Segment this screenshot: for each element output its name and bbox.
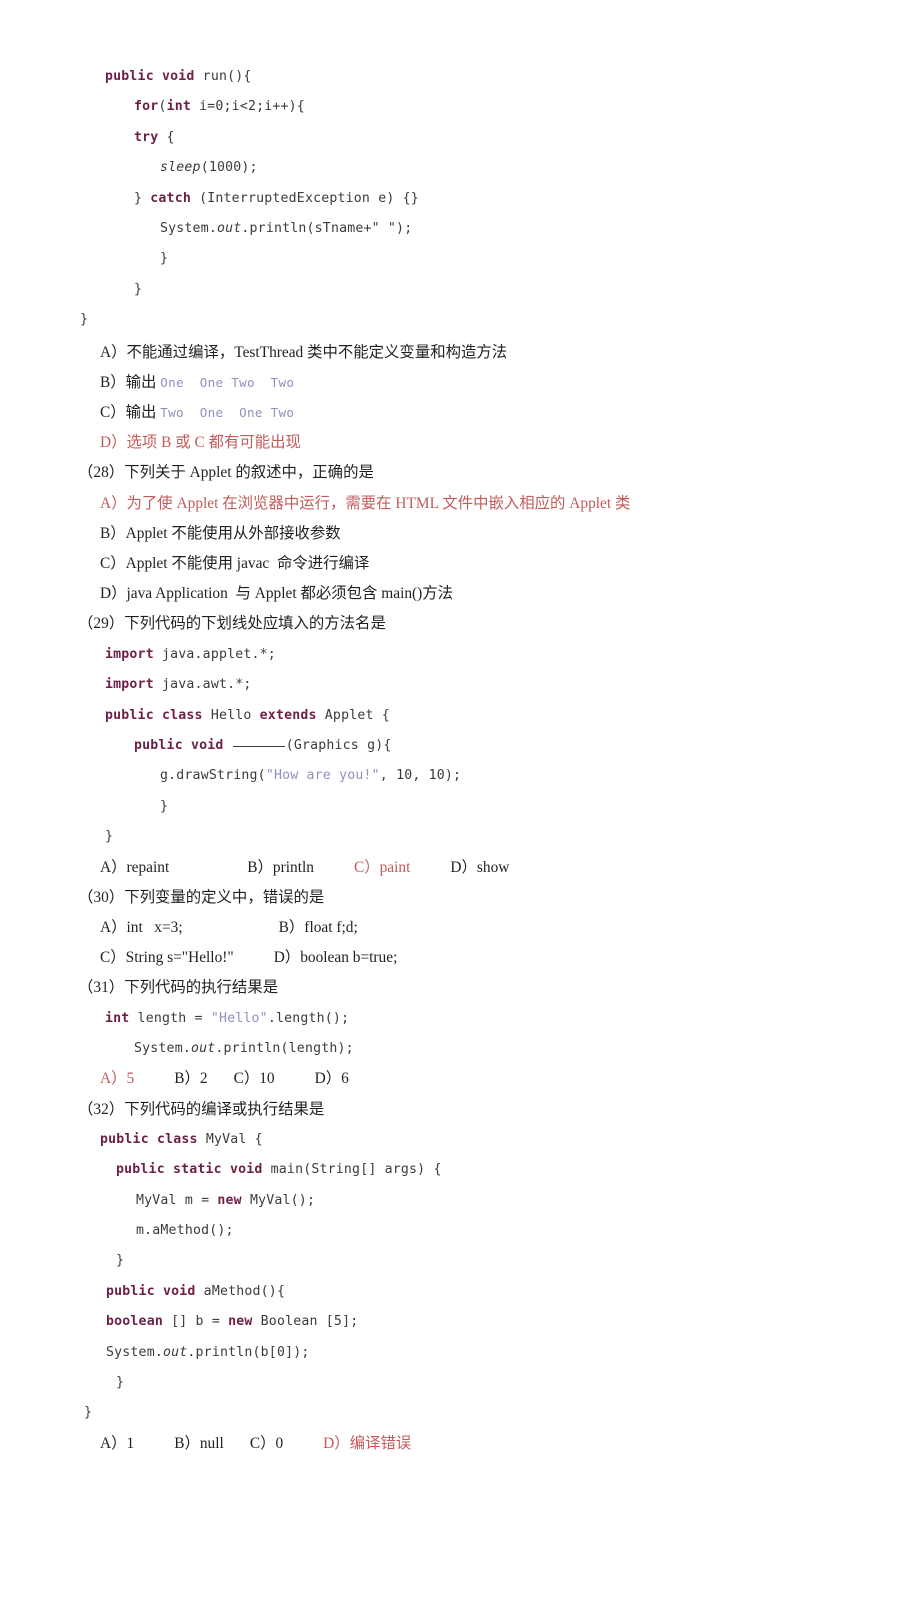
code-line: sleep(1000); bbox=[160, 160, 258, 176]
code-block-question-31: int length = "Hello".length(); System.ou… bbox=[78, 1004, 848, 1065]
question-28-number: （28） bbox=[78, 464, 125, 482]
code-line: import java.awt.*; bbox=[105, 677, 252, 693]
code-line: public static void main(String[] args) { bbox=[116, 1162, 442, 1178]
question-29-number: （29） bbox=[78, 615, 125, 633]
question-30-number: （30） bbox=[78, 888, 125, 906]
option-c-prefix: C）输出 bbox=[100, 404, 161, 422]
question-31-stem-text: 下列代码的执行结果是 bbox=[124, 979, 279, 997]
answer-c: C）paint bbox=[353, 858, 411, 876]
option-label: C）Applet 不能使用 javac 命令进行编译 bbox=[100, 555, 370, 573]
answer-blank bbox=[232, 745, 285, 747]
question-32: （32）下列代码的编译或执行结果是 public class MyVal { p… bbox=[78, 1095, 848, 1459]
code-line: } bbox=[105, 829, 114, 845]
code-line: } catch (InterruptedException e) {} bbox=[134, 190, 419, 206]
code-line: System.out.println(length); bbox=[134, 1040, 354, 1056]
option-d: D）选项 B 或 C 都有可能出现 bbox=[78, 428, 848, 458]
code-line: } bbox=[80, 312, 89, 328]
question-28: （28）下列关于 Applet 的叙述中，正确的是 A）为了使 Applet 在… bbox=[78, 458, 848, 609]
option-b: B）输出 One One Two Two bbox=[78, 368, 848, 398]
code-line: public void (Graphics g){ bbox=[134, 737, 392, 753]
question-28-stem: （28）下列关于 Applet 的叙述中，正确的是 bbox=[78, 458, 848, 488]
document-page: public void run(){ for(int i=0;i<2;i++){… bbox=[0, 0, 920, 1617]
option-d-label: D）选项 B 或 C 都有可能出现 bbox=[100, 434, 301, 452]
code-line: System.out.println(sTname+" "); bbox=[160, 221, 413, 237]
option-c: C）String s="Hello!" bbox=[100, 949, 234, 967]
question-30-row-1: A）int x=3; B）float f;d; bbox=[78, 913, 848, 943]
code-line: public void aMethod(){ bbox=[106, 1283, 286, 1299]
code-line: for(int i=0;i<2;i++){ bbox=[134, 99, 305, 115]
code-line: } bbox=[84, 1405, 93, 1421]
code-line: } bbox=[116, 1253, 125, 1269]
question-30-stem-text: 下列变量的定义中，错误的是 bbox=[124, 888, 325, 906]
option-a-label: A）不能通过编译，TestThread 类中不能定义变量和构造方法 bbox=[100, 343, 508, 361]
question-32-stem-text: 下列代码的编译或执行结果是 bbox=[124, 1100, 325, 1118]
question-31-stem: （31）下列代码的执行结果是 bbox=[78, 973, 848, 1003]
answer-c: C）10 bbox=[233, 1070, 275, 1088]
code-line: System.out.println(b[0]); bbox=[106, 1344, 310, 1360]
code-line: public class MyVal { bbox=[100, 1131, 263, 1147]
option-c-code: Two One One Two bbox=[160, 405, 295, 421]
answer-d: D）6 bbox=[314, 1070, 349, 1088]
page-content: public void run(){ for(int i=0;i<2;i++){… bbox=[78, 62, 848, 1459]
code-line: import java.applet.*; bbox=[105, 646, 276, 662]
answer-a: A）5 bbox=[100, 1070, 135, 1088]
option-a: A）int x=3; bbox=[100, 918, 183, 936]
answer-b: B）println bbox=[247, 858, 314, 876]
question-31-number: （31） bbox=[78, 979, 125, 997]
question-32-answers: A）1 B）null C）0 D）编译错误 bbox=[78, 1429, 848, 1459]
code-block-question-29: import java.applet.*; import java.awt.*;… bbox=[78, 640, 848, 853]
code-line: g.drawString("How are you!", 10, 10); bbox=[160, 768, 462, 784]
code-line: public void run(){ bbox=[105, 69, 252, 84]
answer-b: B）null bbox=[174, 1434, 224, 1452]
question-28-stem-text: 下列关于 Applet 的叙述中，正确的是 bbox=[124, 464, 374, 482]
question-28-option-b: B）Applet 不能使用从外部接收参数 bbox=[78, 519, 848, 549]
question-29-answers: A）repaint B）println C）paint D）show bbox=[78, 853, 848, 883]
option-label: A）为了使 Applet 在浏览器中运行，需要在 HTML 文件中嵌入相应的 A… bbox=[100, 494, 631, 512]
option-c: C）输出 Two One One Two bbox=[78, 398, 848, 428]
option-d: D）boolean b=true; bbox=[273, 949, 398, 967]
question-29: （29）下列代码的下划线处应填入的方法名是 import java.applet… bbox=[78, 609, 848, 882]
code-block-question-32: public class MyVal { public static void … bbox=[78, 1125, 848, 1429]
code-line: } bbox=[160, 251, 169, 267]
answer-d: D）show bbox=[450, 858, 510, 876]
code-line: } bbox=[160, 798, 169, 814]
answer-a: A）repaint bbox=[100, 858, 170, 876]
code-line: m.aMethod(); bbox=[136, 1222, 234, 1238]
code-block-question-27: public void run(){ for(int i=0;i<2;i++){… bbox=[78, 62, 848, 336]
code-line: int length = "Hello".length(); bbox=[105, 1010, 350, 1026]
answer-b: B）2 bbox=[174, 1070, 208, 1088]
answer-d: D）编译错误 bbox=[323, 1434, 412, 1452]
question-28-option-c: C）Applet 不能使用 javac 命令进行编译 bbox=[78, 549, 848, 579]
code-line: } bbox=[134, 281, 143, 297]
question-29-stem-text: 下列代码的下划线处应填入的方法名是 bbox=[124, 615, 386, 633]
option-label: B）Applet 不能使用从外部接收参数 bbox=[100, 524, 341, 542]
question-31-answers: A）5 B）2 C）10 D）6 bbox=[78, 1064, 848, 1094]
option-label: D）java Application 与 Applet 都必须包含 main()… bbox=[100, 585, 454, 603]
option-a: A）不能通过编译，TestThread 类中不能定义变量和构造方法 bbox=[78, 338, 848, 368]
question-28-option-d: D）java Application 与 Applet 都必须包含 main()… bbox=[78, 579, 848, 609]
answer-a: A）1 bbox=[100, 1434, 135, 1452]
code-line: public class Hello extends Applet { bbox=[105, 707, 390, 723]
option-b-code: One One Two Two bbox=[160, 374, 295, 390]
code-line: MyVal m = new MyVal(); bbox=[136, 1192, 316, 1208]
code-line: try { bbox=[134, 129, 175, 145]
answer-c: C）0 bbox=[249, 1434, 284, 1452]
code-line: boolean [] b = new Boolean [5]; bbox=[106, 1314, 359, 1330]
option-b: B）float f;d; bbox=[278, 918, 358, 936]
question-28-option-a: A）为了使 Applet 在浏览器中运行，需要在 HTML 文件中嵌入相应的 A… bbox=[78, 489, 848, 519]
question-29-stem: （29）下列代码的下划线处应填入的方法名是 bbox=[78, 609, 848, 639]
option-b-prefix: B）输出 bbox=[100, 373, 161, 391]
question-32-stem: （32）下列代码的编译或执行结果是 bbox=[78, 1095, 848, 1125]
question-30: （30）下列变量的定义中，错误的是 A）int x=3; B）float f;d;… bbox=[78, 883, 848, 974]
question-30-row-2: C）String s="Hello!" D）boolean b=true; bbox=[78, 943, 848, 973]
question-32-number: （32） bbox=[78, 1100, 125, 1118]
question-31: （31）下列代码的执行结果是 int length = "Hello".leng… bbox=[78, 973, 848, 1094]
question-27-options: A）不能通过编译，TestThread 类中不能定义变量和构造方法 B）输出 O… bbox=[78, 338, 848, 459]
question-30-stem: （30）下列变量的定义中，错误的是 bbox=[78, 883, 848, 913]
code-line: } bbox=[116, 1375, 125, 1391]
